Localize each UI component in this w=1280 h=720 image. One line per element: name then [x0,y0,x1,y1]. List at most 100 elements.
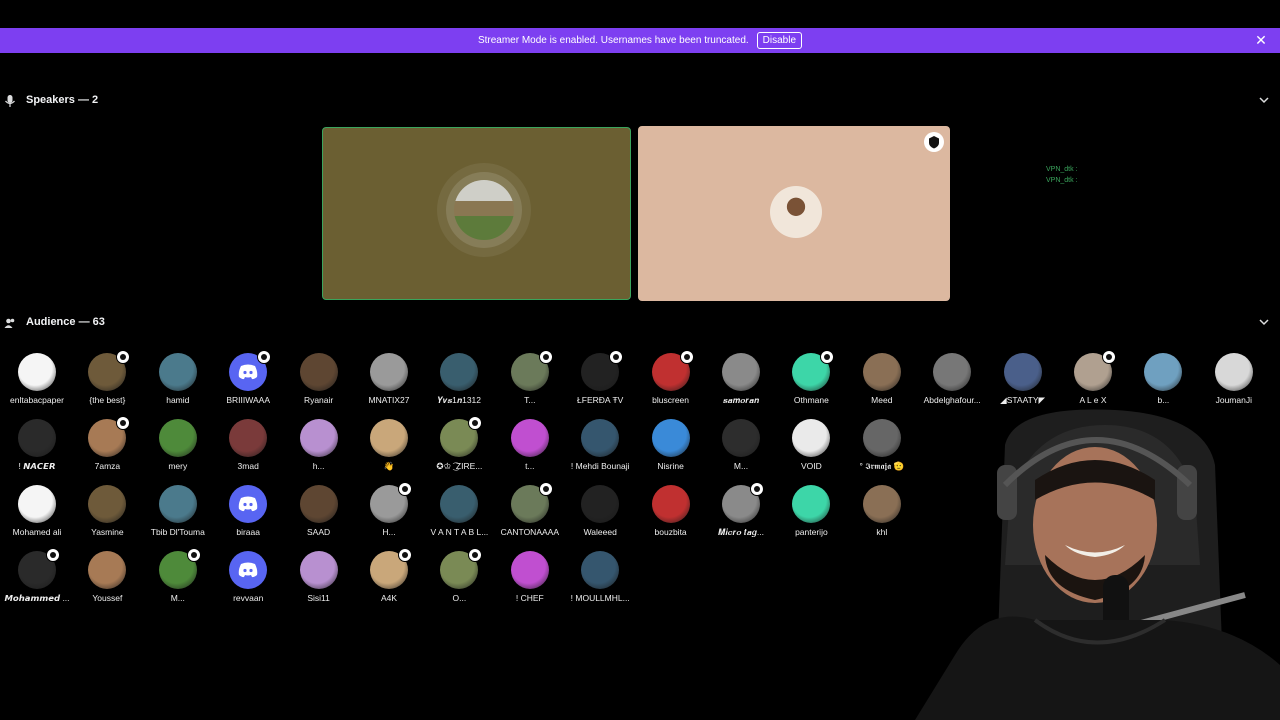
member-name: Ryanair [303,395,334,405]
audience-member[interactable]: V A N T A B L... [424,482,494,540]
audience-member[interactable]: A L e X [1058,350,1128,408]
avatar [510,551,549,589]
chevron-down-icon[interactable] [1258,93,1270,107]
avatar [1003,353,1042,391]
status-badge-icon [257,350,272,364]
status-badge-icon [398,548,412,562]
chevron-down-icon[interactable] [1258,315,1270,329]
audience-member[interactable]: h... [284,416,354,474]
audience-member[interactable]: 𝑴𝒊𝒄𝒓𝒐 𝒕𝒂𝒈... [706,482,776,540]
avatar [299,353,338,391]
avatar [862,485,901,523]
audience-member[interactable]: khl [847,482,917,540]
streamer-mode-banner: Streamer Mode is enabled. Usernames have… [0,28,1280,53]
audience-member[interactable]: Ryanair [284,350,354,408]
audience-member[interactable]: hamid [143,350,213,408]
member-name: MNATIX27 [368,395,410,405]
audience-member[interactable]: T... [495,350,565,408]
member-name: V A N T A B L... [430,527,489,537]
member-name: Youssef [92,593,123,603]
audience-member[interactable]: ! Mehdi Bounaji [565,416,635,474]
audience-member[interactable]: H... [354,482,424,540]
member-name: ŁFERÐA ŦV [577,395,624,405]
audience-member[interactable]: Waleeed [565,482,635,540]
audience-member[interactable]: revvaan [213,548,283,606]
audience-member[interactable]: ŁFERÐA ŦV [565,350,635,408]
audience-member[interactable]: Nisrine [636,416,706,474]
audience-member[interactable]: ! MOULLMHL... [565,548,635,606]
audience-member[interactable]: panterijo [776,482,846,540]
audience-member[interactable]: JoumanJi [1199,350,1269,408]
member-name: h... [312,461,325,471]
audience-member[interactable]: Tbib Dl'Touma [143,482,213,540]
disable-button[interactable]: Disable [756,32,803,49]
audience-member[interactable]: Othmane [776,350,846,408]
audience-member[interactable]: enltabacpaper [2,350,72,408]
status-badge-icon [1102,350,1116,364]
close-icon[interactable]: ✕ [1254,33,1268,47]
audience-member[interactable]: bouzbita [636,482,706,540]
audience-member[interactable]: ° 𝕴𝖗𝖒𝖆𝖏𝖆 🫡 [847,416,917,474]
audience-member[interactable]: b... [1128,350,1198,408]
discord-logo-icon [238,562,258,578]
audience-member[interactable]: VOID [776,416,846,474]
member-name: ! Mehdi Bounaji [570,461,630,471]
avatar [158,419,197,457]
audience-member[interactable]: Youssef [72,548,142,606]
audience-member[interactable]: A4K [354,548,424,606]
audience-member[interactable]: ! 𝙉𝘼𝘾𝙀𝙍 [2,416,72,474]
audience-member[interactable]: 👋 [354,416,424,474]
audience-member[interactable]: 3mad [213,416,283,474]
side-user[interactable]: VPN_dtk : [1046,164,1078,175]
audience-member[interactable]: BRIIIWAAA [213,350,283,408]
audience-member[interactable]: Sisi11 [284,548,354,606]
member-name: H... [382,527,396,537]
audience-member[interactable]: t... [495,416,565,474]
audience-member[interactable]: M... [143,548,213,606]
audience-member[interactable]: CANTONAAAA [495,482,565,540]
audience-member[interactable]: O... [424,548,494,606]
audience-member[interactable]: {the best} [72,350,142,408]
speakers-header[interactable]: Speakers — 2 [0,91,1280,111]
audience-member[interactable]: ! CHEF [495,548,565,606]
audience-member[interactable]: M... [706,416,776,474]
member-name: ° 𝕴𝖗𝖒𝖆𝖏𝖆 🫡 [859,461,905,471]
avatar [792,419,831,457]
audience-member[interactable]: mery [143,416,213,474]
avatar [651,419,690,457]
avatar [581,485,620,523]
audience-member[interactable]: SAAD [284,482,354,540]
member-name: Mohamed ali [12,527,62,537]
banner-message: Streamer Mode is enabled. Usernames have… [477,35,749,46]
avatar [370,353,408,391]
audience-member[interactable]: MNATIX27 [354,350,424,408]
member-name: 3mad [237,461,259,471]
member-name: revvaan [233,593,264,603]
speaker-tile[interactable] [322,127,631,300]
audience-member[interactable]: ✪♔ ͜͡ ZIRE... [424,416,494,474]
avatar [581,419,620,457]
audience-header[interactable]: Audience — 63 [0,313,1280,333]
member-name: 𝒔𝒂𝒎𝒐𝒓𝒂𝒏 [722,395,760,405]
member-name: Waleeed [583,527,617,537]
audience-member[interactable]: Mohamed ali [2,482,72,540]
speaker-tile[interactable] [638,126,950,301]
audience-member[interactable]: 𝙈𝙤𝙝𝙖𝙢𝙢𝙚𝙙 ... [2,548,72,606]
audience-member[interactable]: bluscreen [636,350,706,408]
member-name: 𝙈𝙤𝙝𝙖𝙢𝙢𝙚𝙙 ... [4,593,70,603]
audience-member[interactable]: Yasmine [72,482,142,540]
audience-member[interactable]: 𝒔𝒂𝒎𝒐𝒓𝒂𝒏 [706,350,776,408]
avatar [299,419,338,457]
member-name: hamid [166,395,190,405]
status-badge-icon [116,416,131,430]
status-badge-icon [116,350,131,364]
audience-member[interactable]: 7amza [72,416,142,474]
avatar [158,353,197,391]
audience-member[interactable]: Abdelghafour... [917,350,987,408]
audience-member[interactable]: Meed [847,350,917,408]
webcam-overlay [915,405,1280,720]
audience-member[interactable]: biraaa [213,482,283,540]
audience-member[interactable]: 𝒀𝒗𝒔1𝒏1312 [424,350,494,408]
side-user[interactable]: VPN_dtk : [1046,175,1078,186]
audience-member[interactable]: ◢STAATY◤ [988,350,1058,408]
